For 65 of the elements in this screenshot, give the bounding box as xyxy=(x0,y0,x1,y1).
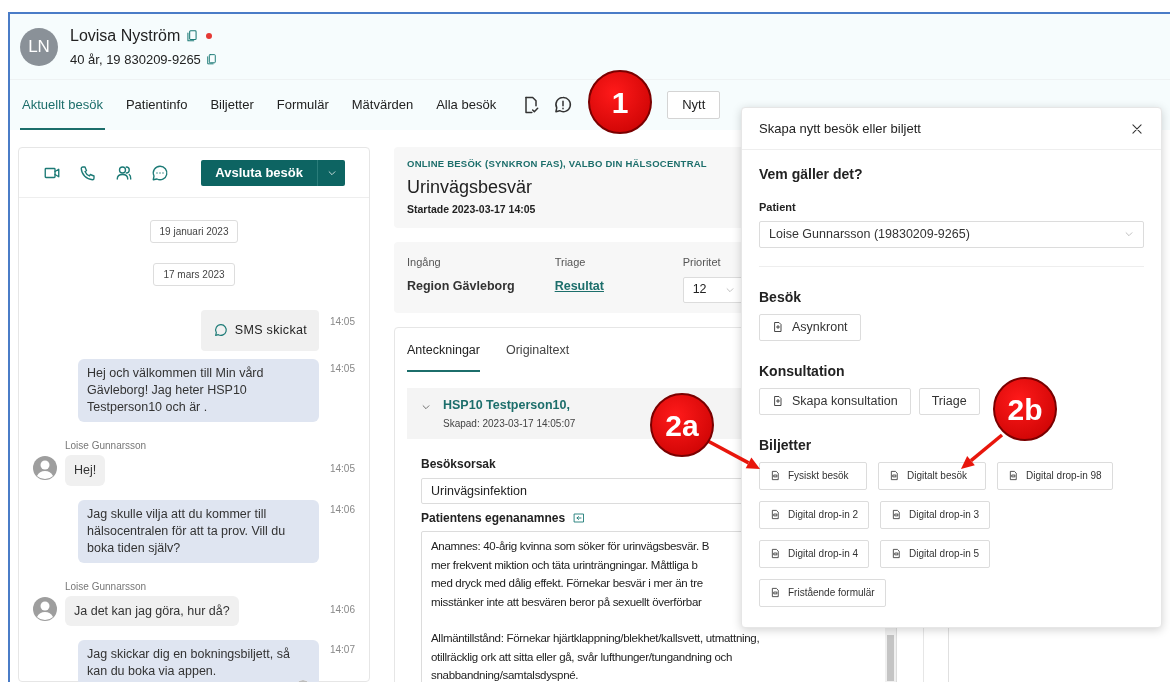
field-value: Region Gävleborg xyxy=(407,277,515,295)
option-button[interactable]: Fysiskt besök xyxy=(759,461,867,490)
option-button[interactable]: Digital drop-in 5 xyxy=(880,539,991,568)
option-button[interactable]: Digital drop-in 98 xyxy=(997,461,1113,490)
message-time: 14:06 xyxy=(328,602,355,617)
visit-start: Startade 2023-03-17 14:05 xyxy=(407,202,536,218)
field-label: Triage xyxy=(554,255,586,270)
text-line: misstänker inte att besvären beror på sexuellt överförbar xyxy=(431,594,702,610)
message-time: 14:05 xyxy=(328,361,355,376)
popover-title: Skapa nytt besök eller biljett xyxy=(759,119,921,138)
section-heading: Vem gäller det? xyxy=(759,165,863,184)
message-time: 14:05 xyxy=(328,315,355,329)
tab[interactable]: Originaltext xyxy=(505,327,570,372)
tab[interactable]: Alla besök xyxy=(434,80,499,130)
date-label: 19 januari 2023 xyxy=(149,220,239,243)
field-label: Patientens egenanamnes xyxy=(421,510,566,528)
tab[interactable]: Formulär xyxy=(274,80,331,130)
text-line: mer frekvent miktion och täta urinträngningar. Måttliga b xyxy=(431,557,698,573)
field-label: Patient xyxy=(759,200,796,215)
message-time: 14:07 xyxy=(328,643,355,658)
section-heading: Konsultation xyxy=(759,361,845,381)
option-button[interactable]: Fristående formulär xyxy=(759,578,886,607)
chat-bubble: Jag skulle vilja att du kommer till hälsocentralen för att ta prov. Vill du boka tiden själv? xyxy=(78,499,319,563)
field-label: Prioritet xyxy=(682,255,721,270)
note-created: Skapad: 2023-03-17 14:05:07 xyxy=(443,417,576,432)
option-button[interactable]: Digital drop-in 3 xyxy=(880,500,991,529)
section-heading: Biljetter xyxy=(759,435,812,455)
section-heading: Besök xyxy=(759,287,802,307)
option-button[interactable]: Skapa konsultation xyxy=(759,387,911,415)
note-author: HSP10 Testperson10, xyxy=(443,396,570,414)
visit-title: Urinvägsbesvär xyxy=(407,176,533,200)
visit-context: ONLINE BESÖK (SYNKRON FAS), VALBO DIN HÄLSOCENTRAL xyxy=(407,157,707,171)
sender-name: Loise Gunnarsson xyxy=(65,579,147,594)
text-line: med dryck med dålig effekt. Förnekar besvär i mer än tre xyxy=(431,576,703,592)
text-line: snabbandning/samtalsdyspné. xyxy=(431,668,579,682)
chat-bubble: Jag skickar dig en bokningsbiljett, så kan du boka via appen. xyxy=(78,640,319,682)
patient-select[interactable]: Loise Gunnarsson (19830209-9265) xyxy=(759,220,1144,248)
tab[interactable]: Aktuellt besök xyxy=(20,80,105,130)
tab[interactable]: Anteckningar xyxy=(407,327,480,372)
triage-link[interactable]: Resultat xyxy=(554,276,604,296)
option-button[interactable]: Triage xyxy=(918,387,980,415)
text-line: Allmäntillstånd: Förnekar hjärtklappning/blekhet/kallsvett, utmattning, xyxy=(431,631,760,647)
option-button[interactable]: Digitalt besök xyxy=(878,461,986,490)
text-line: Anamnes: 40-årig kvinna som söker för urinvägsbesvär. B xyxy=(431,539,710,555)
option-button[interactable]: Digital drop-in 4 xyxy=(759,539,870,568)
patient-name: Lovisa Nyström xyxy=(70,25,181,46)
message-text: SMS skickat xyxy=(234,322,307,339)
field-label: Ingång xyxy=(407,255,441,270)
option-button[interactable]: Digital drop-in 2 xyxy=(759,500,870,529)
chat-bubble: Hej! xyxy=(65,454,106,486)
chat-bubble: Ja det kan jag göra, hur då? xyxy=(65,595,239,627)
tab[interactable]: Biljetter xyxy=(208,80,256,130)
chat-bubble: Hej och välkommen till Min vård Gävleborg! Jag heter HSP10 Testperson10 och är . xyxy=(78,358,319,422)
field-label: Besöksorsak xyxy=(421,456,496,474)
message-time: 14:06 xyxy=(328,502,355,517)
avatar: LN xyxy=(20,27,58,66)
new-button[interactable]: Nytt xyxy=(667,91,721,119)
tab[interactable]: Patientinfo xyxy=(123,80,190,130)
patient-details: 40 år, 19 830209-9265 xyxy=(70,50,201,69)
tab[interactable]: Mätvärden xyxy=(349,80,416,130)
message-time: 14:05 xyxy=(328,461,355,476)
option-button[interactable]: Asynkront xyxy=(759,313,861,341)
date-label: 17 mars 2023 xyxy=(153,263,235,286)
sender-name: Loise Gunnarsson xyxy=(65,438,147,453)
text-line: otillräcklig ork att sitta eller gå, svår lufthunger/tungandning och xyxy=(431,649,733,665)
